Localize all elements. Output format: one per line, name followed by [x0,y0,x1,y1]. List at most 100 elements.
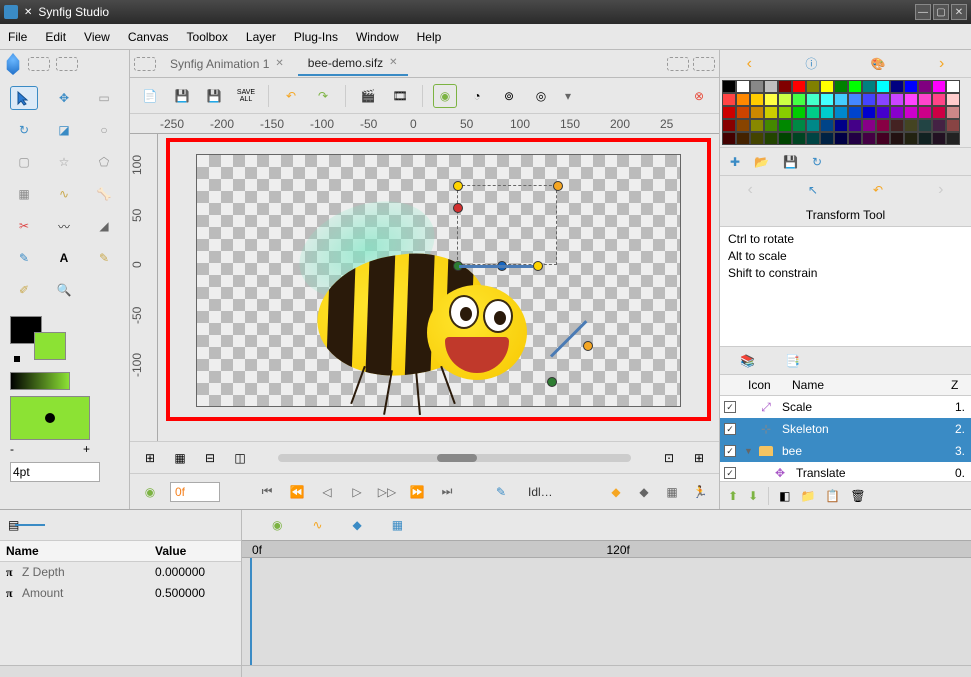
params-scrollbar[interactable] [0,665,241,677]
rotate-tool[interactable]: ↻ [10,118,38,142]
color-swatch[interactable] [862,106,876,119]
maximize-button[interactable]: ▢ [933,4,949,20]
gradient-preview[interactable] [10,372,70,390]
color-swatch[interactable] [764,119,778,132]
brush-increase[interactable]: + [83,442,90,456]
layer-row[interactable]: ✓ ⤢ Scale 1. [720,396,971,418]
redo-button[interactable]: ↷ [311,84,335,108]
undo-button[interactable]: ↶ [279,84,303,108]
menu-layer[interactable]: Layer [246,30,276,44]
close-button[interactable]: ✕ [951,4,967,20]
color-swatch[interactable] [792,132,806,145]
menu-view[interactable]: View [84,30,110,44]
nav-next-icon[interactable]: › [939,55,944,73]
new-file-button[interactable]: 📄 [138,84,162,108]
color-swatch[interactable] [722,93,736,106]
canvas[interactable] [158,134,719,441]
circle-tool[interactable]: ○ [90,118,118,142]
fill-tool[interactable]: ◢ [90,214,118,238]
bone[interactable] [550,320,587,357]
color-swatch[interactable] [778,80,792,93]
zoom-fit-button[interactable]: ⊡ [657,446,681,470]
color-swatch[interactable] [750,119,764,132]
onion-skin-button[interactable]: ◔ [465,84,489,108]
color-swatch[interactable] [932,106,946,119]
text-tool[interactable]: A [50,246,78,270]
color-swatch[interactable] [792,119,806,132]
keyframe2-button[interactable]: ◎ [529,84,553,108]
panel-handle[interactable] [667,57,689,71]
color-swatch[interactable] [792,93,806,106]
color-swatch[interactable] [806,106,820,119]
panel-handle[interactable] [56,57,78,71]
color-swatch[interactable] [876,119,890,132]
color-swatch[interactable] [834,119,848,132]
color-swatch[interactable] [932,132,946,145]
bone-tool[interactable]: 🦴 [90,182,118,206]
color-swatch[interactable] [778,132,792,145]
panel-handle[interactable] [134,57,156,71]
palette-tab-icon[interactable]: 🎨 [871,57,886,71]
layer-visible-checkbox[interactable]: ✓ [724,401,736,413]
fg-bg-colors[interactable] [10,316,70,366]
animate-button[interactable]: 🏃 [689,481,711,503]
brush-tool[interactable]: ✐ [10,278,38,302]
color-swatch[interactable] [764,80,778,93]
brush-preview[interactable] [10,396,90,440]
preview-button[interactable]: 🎞 [388,84,412,108]
draw-tool[interactable]: 〰 [50,214,78,238]
color-swatch[interactable] [946,119,960,132]
color-swatch[interactable] [736,119,750,132]
cursor-tab-icon[interactable]: ↖ [808,183,818,197]
brush-decrease[interactable]: - [10,442,14,456]
color-swatch[interactable] [918,80,932,93]
expand-icon[interactable]: ▼ [744,446,754,456]
doc-tab[interactable]: Synfig Animation 1✕ [160,53,294,75]
close-icon[interactable]: ✕ [389,57,397,68]
onion-button[interactable]: ◉ [433,84,457,108]
param-row[interactable]: πZ Depth0.000000 [0,562,241,583]
layer-down-button[interactable]: ⬇ [748,489,758,503]
color-swatch[interactable] [876,80,890,93]
color-swatch[interactable] [806,80,820,93]
layer-row[interactable]: ✓ ✥ Translate 0. [720,462,971,481]
color-swatch[interactable] [946,80,960,93]
grid-button[interactable]: ▦ [168,446,192,470]
layers-tab-icon[interactable]: 📚 [740,354,755,368]
panel-handle[interactable] [693,57,715,71]
color-swatch[interactable] [862,132,876,145]
color-swatch[interactable] [750,93,764,106]
color-swatch[interactable] [904,93,918,106]
color-swatch[interactable] [834,80,848,93]
history-tab-icon[interactable]: ↶ [873,183,883,197]
save-as-button[interactable]: 💾 [202,84,226,108]
color-swatch[interactable] [820,119,834,132]
menu-help[interactable]: Help [417,30,442,44]
close-doc-button[interactable]: ⊗ [687,84,711,108]
save-button[interactable]: 💾 [170,84,194,108]
panel-handle[interactable] [28,57,50,71]
handle-bone-end[interactable] [583,341,593,351]
color-swatch[interactable] [750,80,764,93]
color-swatch[interactable] [834,93,848,106]
color-swatch[interactable] [834,106,848,119]
palette-load-button[interactable]: 📂 [754,155,769,169]
play-button[interactable]: ▷ [346,481,368,503]
color-swatch[interactable] [890,119,904,132]
playhead[interactable] [250,558,252,665]
swap-reset-icon[interactable] [14,356,20,362]
color-swatch[interactable] [750,106,764,119]
sketch-tool[interactable]: ✎ [90,246,118,270]
color-swatch[interactable] [736,106,750,119]
handle-rotate[interactable] [453,203,463,213]
color-swatch[interactable] [848,106,862,119]
nav-next-icon[interactable]: › [938,181,943,199]
layer-visible-checkbox[interactable]: ✓ [724,467,736,479]
color-swatch[interactable] [806,93,820,106]
color-swatch[interactable] [764,93,778,106]
snap-button[interactable]: ⊞ [138,446,162,470]
color-swatch[interactable] [932,93,946,106]
animate-mode-button[interactable]: ◆ [633,481,655,503]
library-tab-icon[interactable]: 📑 [785,354,800,368]
layer-delete-button[interactable]: 🗑 [850,489,865,503]
